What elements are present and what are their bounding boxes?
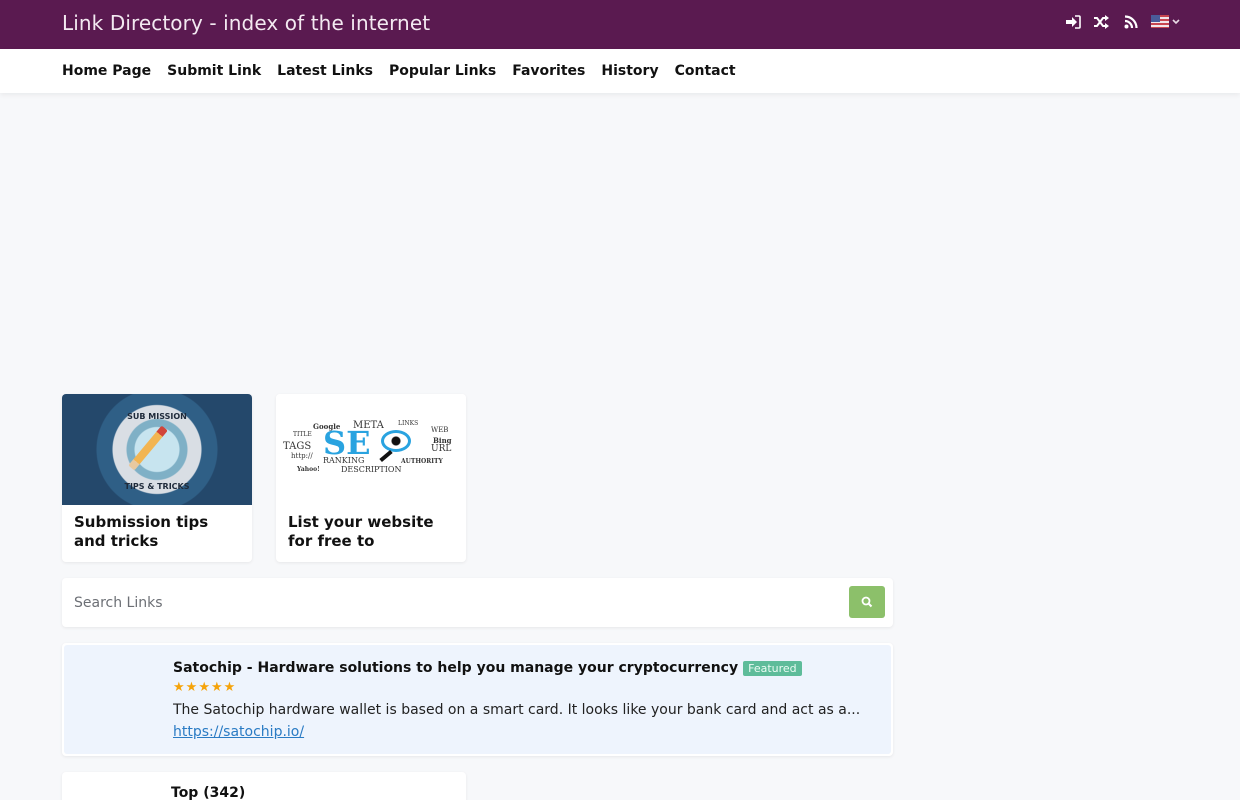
article-cards: SUB MISSION TIPS & TRICKS Submission tip…: [62, 394, 466, 562]
featured-link-title[interactable]: Satochip - Hardware solutions to help yo…: [173, 660, 738, 676]
magnifier-handle: [379, 449, 393, 462]
star-icon: ★: [198, 680, 210, 695]
seo-word: LINKS: [398, 419, 419, 427]
article-image-submission-tips: SUB MISSION TIPS & TRICKS: [62, 394, 252, 505]
category-card[interactable]: Top (342): [62, 772, 466, 800]
main-nav: Home Page Submit Link Latest Links Popul…: [0, 49, 1240, 93]
category-title[interactable]: Top (342): [171, 785, 245, 800]
seo-word: http://: [291, 451, 313, 460]
featured-link-body: Satochip - Hardware solutions to help yo…: [64, 645, 891, 754]
ad-placeholder: [62, 93, 1178, 383]
seo-word: RANKING: [323, 455, 365, 465]
sign-in-icon[interactable]: [1064, 13, 1081, 30]
seo-word: AUTHORITY: [401, 457, 443, 465]
seo-word: WEB: [431, 425, 449, 434]
pencil-graphic: [128, 425, 168, 471]
seo-word: DESCRIPTION: [341, 464, 402, 474]
article-title[interactable]: Submission tips and tricks: [62, 505, 252, 551]
image-caption-top: SUB MISSION: [127, 412, 187, 421]
star-icon: ★: [223, 680, 236, 695]
article-card[interactable]: Google META LINKS WEB TITLE SE Bing TAGS…: [276, 394, 466, 562]
nav-latest-links[interactable]: Latest Links: [277, 63, 373, 79]
nav-history[interactable]: History: [601, 63, 658, 79]
nav-popular-links[interactable]: Popular Links: [389, 63, 496, 79]
random-icon[interactable]: [1093, 13, 1110, 30]
image-caption-bottom: TIPS & TRICKS: [124, 482, 190, 491]
us-flag-icon: [1151, 15, 1169, 28]
star-icon: ★: [185, 680, 198, 695]
article-title[interactable]: List your website for free to improve...: [288, 513, 454, 551]
chevron-down-icon: [1172, 18, 1180, 24]
header-icons: [1064, 13, 1180, 30]
featured-badge: Featured: [743, 660, 802, 676]
search-button[interactable]: [849, 586, 885, 618]
featured-link-title-row: Satochip - Hardware solutions to help yo…: [173, 660, 802, 676]
seo-word: TITLE: [293, 430, 312, 438]
rss-icon[interactable]: [1122, 13, 1139, 30]
nav-contact[interactable]: Contact: [675, 63, 736, 79]
seo-word-cloud: Google META LINKS WEB TITLE SE Bing TAGS…: [283, 420, 459, 480]
seo-word: TAGS: [283, 440, 312, 452]
featured-link-url[interactable]: https://satochip.io/: [173, 724, 304, 740]
nav-submit-link[interactable]: Submit Link: [167, 63, 261, 79]
search-icon: [861, 596, 873, 608]
star-icon: ★: [210, 680, 223, 695]
star-rating: ★ ★ ★ ★ ★: [173, 681, 235, 694]
article-card[interactable]: SUB MISSION TIPS & TRICKS Submission tip…: [62, 394, 252, 562]
nav-home-page[interactable]: Home Page: [62, 63, 151, 79]
nav-favorites[interactable]: Favorites: [512, 63, 585, 79]
article-title-wrap: List your website for free to improve...: [276, 505, 466, 551]
article-image-seo: Google META LINKS WEB TITLE SE Bing TAGS…: [276, 394, 466, 505]
language-selector[interactable]: [1151, 15, 1180, 28]
seo-word: Yahoo!: [297, 465, 320, 473]
star-icon: ★: [173, 680, 185, 695]
top-header: Link Directory - index of the internet: [0, 0, 1240, 49]
featured-link-description: The Satochip hardware wallet is based on…: [173, 702, 861, 718]
search-bar: [62, 578, 893, 627]
featured-link-card: Satochip - Hardware solutions to help yo…: [62, 643, 893, 756]
search-input[interactable]: [62, 578, 842, 627]
seo-word: URL: [431, 443, 452, 454]
eye-magnifier-icon: [381, 429, 411, 452]
site-title[interactable]: Link Directory - index of the internet: [62, 11, 430, 35]
